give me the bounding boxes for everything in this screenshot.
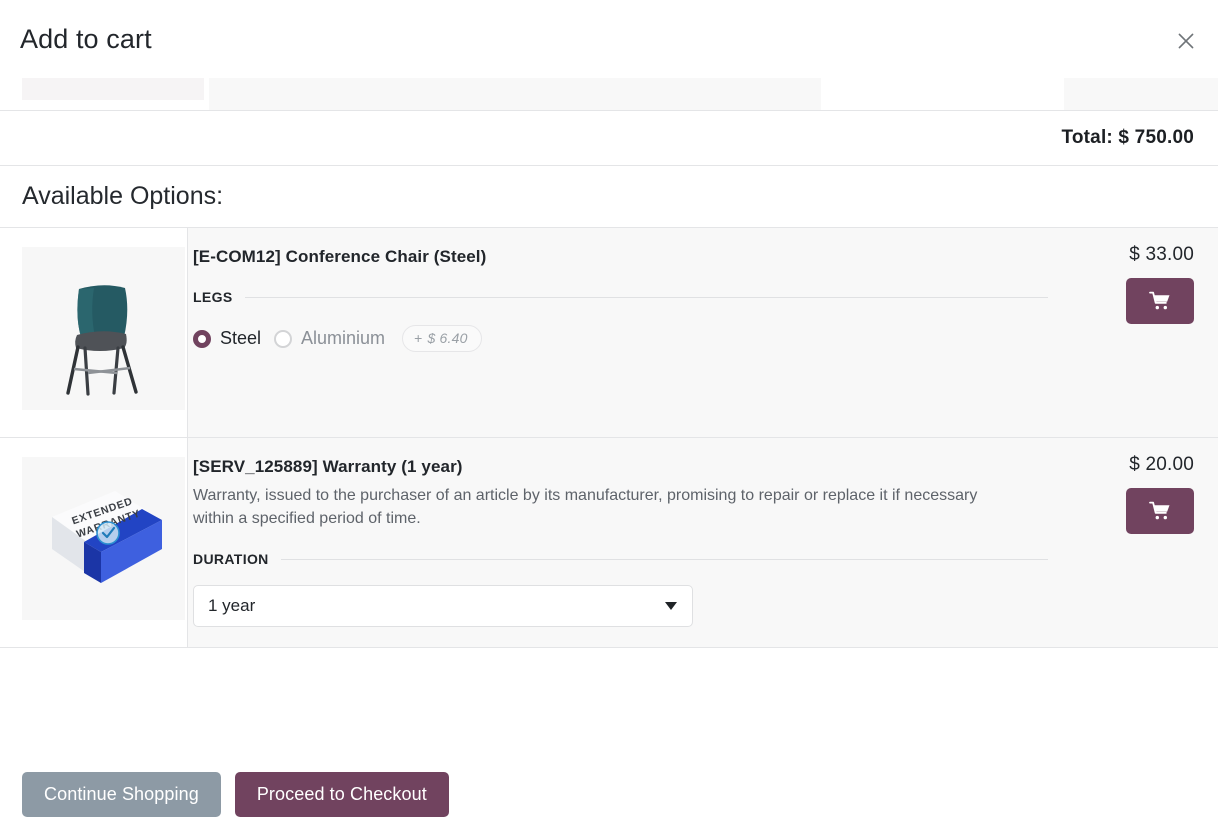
order-total-amount: Total: $ 750.00 — [1061, 127, 1194, 148]
duration-select-value: 1 year — [208, 596, 256, 616]
add-to-cart-button[interactable] — [1126, 487, 1194, 534]
option-details: [E-COM12] Conference Chair (Steel) LEGS … — [188, 228, 1048, 437]
option-product-description: Warranty, issued to the purchaser of an … — [193, 487, 978, 528]
option-card-conference-chair: [E-COM12] Conference Chair (Steel) LEGS … — [0, 228, 1218, 438]
order-total-row: Total: $ 750.00 — [0, 111, 1218, 166]
table-cell-description — [209, 78, 821, 110]
option-card-warranty: EXTENDED WARRANTY [SERV_125889] Warranty… — [0, 438, 1218, 649]
continue-shopping-button[interactable]: Continue Shopping — [22, 771, 221, 817]
add-to-cart-button[interactable] — [1126, 277, 1194, 324]
radio-selected-icon — [193, 329, 211, 348]
page-title: Add to cart — [20, 23, 152, 54]
option-product-name: [E-COM12] Conference Chair (Steel) — [193, 247, 487, 266]
attribute-label: DURATION — [193, 551, 269, 568]
attribute-group-duration: DURATION 1 year — [193, 551, 1048, 628]
extra-price-value: $ 6.40 — [427, 330, 468, 347]
option-product-name: [SERV_125889] Warranty (1 year) — [193, 457, 463, 476]
option-details: [SERV_125889] Warranty (1 year) Warranty… — [188, 438, 1048, 647]
attribute-header: LEGS — [193, 289, 1048, 305]
order-lines-table — [0, 78, 1218, 111]
proceed-to-checkout-button[interactable]: Proceed to Checkout — [234, 771, 449, 817]
shopping-cart-icon — [1149, 501, 1170, 520]
duration-select[interactable]: 1 year — [193, 585, 693, 628]
table-cell-quantity — [821, 78, 1064, 110]
table-row — [0, 78, 1218, 110]
option-price: $ 33.00 — [1129, 244, 1194, 265]
available-options-heading: Available Options: — [0, 166, 1218, 228]
option-price-column: $ 20.00 — [1048, 438, 1218, 647]
option-image-column — [0, 228, 188, 437]
radio-option-aluminium[interactable]: Aluminium — [274, 328, 385, 349]
table-cell-product — [22, 78, 204, 100]
attribute-header: DURATION — [193, 551, 1048, 567]
radio-option-label: Aluminium — [301, 328, 386, 349]
attribute-label: LEGS — [193, 289, 233, 306]
add-to-cart-modal: Add to cart Total: $ 750.00 Available Op… — [0, 0, 1218, 838]
attribute-divider — [244, 296, 1048, 298]
available-options-list: [E-COM12] Conference Chair (Steel) LEGS … — [0, 228, 1218, 750]
radio-unselected-icon — [274, 329, 293, 348]
modal-header: Add to cart — [0, 0, 1218, 78]
plus-sign: + — [414, 330, 423, 347]
option-image-column: EXTENDED WARRANTY — [0, 438, 188, 648]
extended-warranty-box-image: EXTENDED WARRANTY — [22, 457, 185, 620]
attribute-radio-group: Steel Aluminium + $ 6.40 — [193, 325, 1048, 353]
option-price-column: $ 33.00 — [1048, 228, 1218, 437]
radio-option-steel[interactable]: Steel — [193, 328, 261, 349]
modal-footer: Continue Shopping Proceed to Checkout — [0, 750, 1218, 838]
extra-price-badge: + $ 6.40 — [402, 325, 482, 353]
attribute-divider — [280, 558, 1048, 560]
conference-chair-image — [22, 247, 185, 410]
duration-select-wrapper: 1 year — [193, 585, 693, 628]
option-price: $ 20.00 — [1129, 454, 1194, 475]
radio-option-label: Steel — [220, 328, 262, 349]
attribute-group-legs: LEGS Steel Aluminium + $ 6.40 — [193, 289, 1048, 353]
table-cell-subtotal — [1064, 78, 1218, 110]
shopping-cart-icon — [1149, 291, 1170, 310]
close-icon[interactable] — [1171, 26, 1201, 56]
